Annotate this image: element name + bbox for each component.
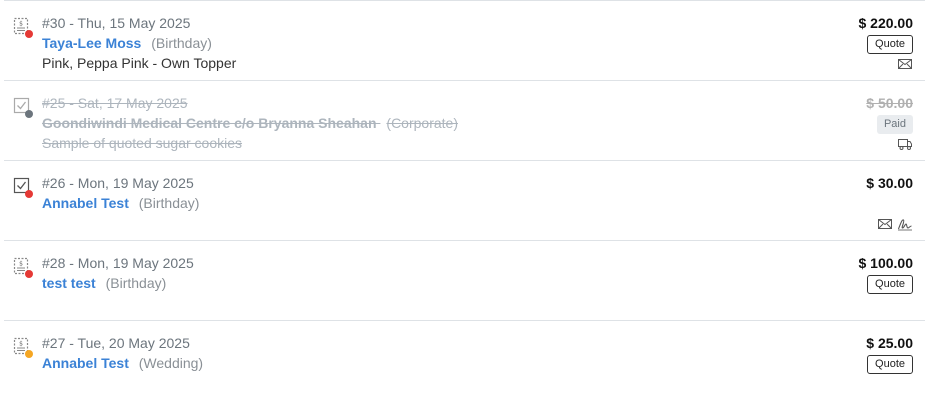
quote-button[interactable]: Quote [867, 275, 913, 294]
status-dot [25, 110, 33, 118]
order-row[interactable]: #25 - Sat, 17 May 2025 Goondiwindi Medic… [4, 81, 925, 161]
event-type: (Corporate) [386, 115, 458, 131]
quote-button[interactable]: Quote [867, 355, 913, 374]
order-amount: $ 220.00 [858, 15, 914, 31]
order-description: Pink, Peppa Pink - Own Topper [42, 55, 237, 71]
delivery-truck-icon[interactable] [897, 137, 913, 151]
order-number-date: #26 - Mon, 19 May 2025 [42, 175, 194, 191]
quote-doc-icon: $ [13, 17, 33, 39]
svg-text:$: $ [19, 261, 23, 268]
status-dot [25, 270, 33, 278]
check-box-icon [13, 97, 33, 119]
event-type: (Wedding) [138, 355, 204, 371]
order-description: Sample of quoted sugar cookies [42, 135, 243, 151]
mail-icon[interactable] [897, 57, 913, 71]
customer-name-link[interactable]: Taya-Lee Moss [42, 35, 141, 51]
customer-name-link[interactable]: Annabel Test [42, 195, 129, 211]
order-row[interactable]: #26 - Mon, 19 May 2025 Annabel Test (Bir… [4, 161, 925, 241]
check-box-icon [13, 177, 33, 199]
order-amount: $ 50.00 [866, 95, 913, 111]
order-amount: $ 100.00 [858, 255, 914, 271]
signature-icon[interactable] [897, 217, 913, 231]
paid-badge: Paid [876, 115, 913, 134]
order-number-date: #28 - Mon, 19 May 2025 [42, 255, 194, 271]
event-type: (Birthday) [151, 35, 212, 51]
order-amount: $ 30.00 [866, 175, 913, 191]
customer-name-link[interactable]: Annabel Test [42, 355, 129, 371]
orders-list: $ #30 - Thu, 15 May 2025 Taya-Lee Moss (… [4, 0, 925, 401]
quote-doc-icon: $ [13, 337, 33, 359]
order-row[interactable]: $ #28 - Mon, 19 May 2025 test test (Birt… [4, 241, 925, 321]
svg-text:$: $ [19, 341, 23, 348]
order-row[interactable]: $ #27 - Tue, 20 May 2025 Annabel Test (W… [4, 321, 925, 401]
quote-button[interactable]: Quote [867, 35, 913, 54]
order-number-date: #30 - Thu, 15 May 2025 [42, 15, 191, 31]
customer-name-link[interactable]: Goondiwindi Medical Centre c/o Bryanna S… [42, 115, 377, 131]
order-row[interactable]: $ #30 - Thu, 15 May 2025 Taya-Lee Moss (… [4, 1, 925, 81]
order-number-date: #25 - Sat, 17 May 2025 [42, 95, 188, 111]
quote-doc-icon: $ [13, 257, 33, 279]
order-number-date: #27 - Tue, 20 May 2025 [42, 335, 190, 351]
event-type: (Birthday) [105, 275, 167, 291]
svg-text:$: $ [19, 21, 23, 28]
mail-icon[interactable] [877, 217, 893, 231]
status-dot [25, 190, 33, 198]
event-type: (Birthday) [138, 195, 200, 211]
status-dot [25, 30, 33, 38]
customer-name-link[interactable]: test test [42, 275, 96, 291]
order-amount: $ 25.00 [866, 335, 913, 351]
status-dot [25, 350, 33, 358]
